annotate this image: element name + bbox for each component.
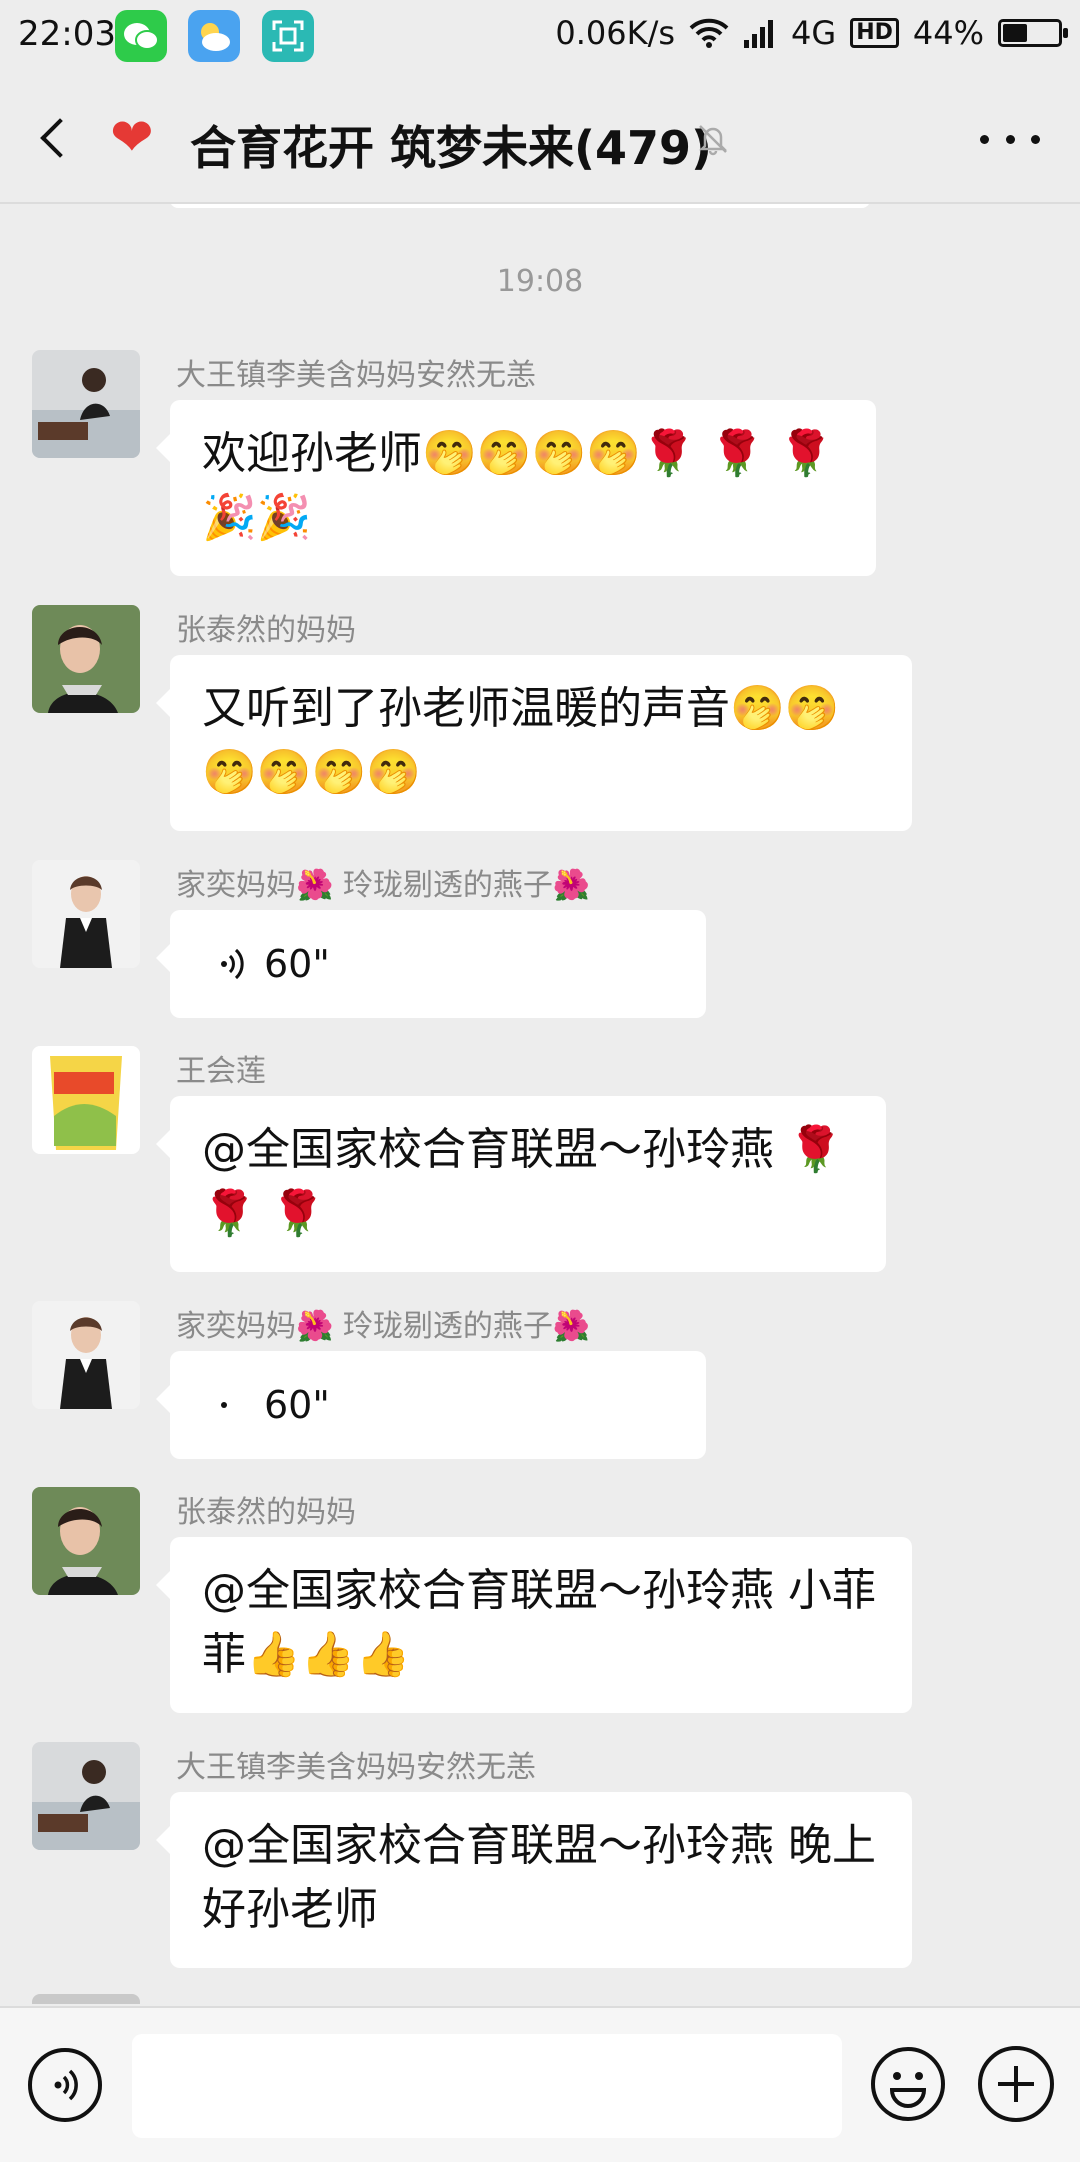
message-timestamp: 19:08 bbox=[496, 264, 584, 299]
voice-duration: 60" bbox=[264, 942, 330, 986]
avatar[interactable] bbox=[32, 1742, 140, 1850]
sender-name: 张泰然的妈妈 bbox=[176, 1495, 356, 1530]
avatar[interactable] bbox=[32, 1301, 140, 1409]
message-text: 又听到了孙老师温暖的声音🤭🤭🤭🤭🤭🤭 bbox=[202, 683, 840, 798]
voice-duration: 60" bbox=[264, 1383, 330, 1427]
mute-bell-icon bbox=[698, 125, 728, 156]
chat-message-list[interactable]: 19:08 大王镇李美含妈妈安然无恙 欢迎孙老师🤭🤭🤭🤭🌹 🌹 🌹 🎉🎉 张泰然… bbox=[0, 204, 1080, 2004]
message-bubble[interactable]: 又听到了孙老师温暖的声音🤭🤭🤭🤭🤭🤭 bbox=[156, 655, 912, 831]
weather-icon bbox=[188, 10, 240, 62]
message-text: 欢迎孙老师🤭🤭🤭🤭🌹 🌹 🌹 🎉🎉 bbox=[202, 428, 834, 543]
sender-name: 家奕妈妈🌺 玲珑剔透的燕子🌺 bbox=[176, 1309, 591, 1344]
network-type: 4G bbox=[791, 14, 837, 52]
input-bar bbox=[0, 2006, 1080, 2162]
net-speed: 0.06K/s bbox=[555, 14, 676, 52]
avatar[interactable] bbox=[32, 1046, 140, 1154]
more-dots-icon[interactable] bbox=[980, 124, 1040, 154]
voice-toggle-icon[interactable] bbox=[28, 2048, 102, 2122]
avatar[interactable] bbox=[32, 350, 140, 458]
chat-title[interactable]: 合育花开 筑梦未来(479) bbox=[190, 112, 712, 178]
plus-icon[interactable] bbox=[978, 2046, 1054, 2122]
hd-badge: HD bbox=[850, 18, 899, 48]
sender-name: 大王镇李美含妈妈安然无恙 bbox=[176, 1750, 536, 1785]
message-text: @全国家校合育联盟～孙玲燕 小菲菲👍👍👍 bbox=[202, 1565, 876, 1680]
back-arrow-icon[interactable] bbox=[30, 110, 80, 166]
message-text: @全国家校合育联盟～孙玲燕 🌹 🌹 🌹 bbox=[202, 1124, 843, 1239]
avatar[interactable] bbox=[32, 860, 140, 968]
avatar[interactable] bbox=[32, 1487, 140, 1595]
sender-name: 大王镇李美含妈妈安然无恙 bbox=[176, 358, 536, 393]
sender-name: 家奕妈妈🌺 玲珑剔透的燕子🌺 bbox=[176, 868, 591, 903]
partial-next-avatar bbox=[32, 1994, 140, 2004]
previous-message-bubble bbox=[170, 204, 870, 208]
message-text: @全国家校合育联盟～孙玲燕 晚上好孙老师 bbox=[202, 1820, 876, 1935]
scan-icon bbox=[262, 10, 314, 62]
voice-wave-icon bbox=[221, 948, 244, 980]
voice-message-bubble[interactable]: 60" bbox=[156, 910, 706, 1018]
voice-wave-icon bbox=[221, 1402, 227, 1408]
wechat-notification-icon bbox=[115, 10, 167, 62]
chat-header: ❤ 合育花开 筑梦未来(479) bbox=[0, 72, 1080, 204]
status-time: 22:03 bbox=[18, 14, 116, 54]
avatar[interactable] bbox=[32, 605, 140, 713]
sender-name: 王会莲 bbox=[176, 1054, 266, 1089]
message-bubble[interactable]: @全国家校合育联盟～孙玲燕 🌹 🌹 🌹 bbox=[156, 1096, 886, 1272]
heart-icon: ❤ bbox=[110, 108, 154, 168]
message-bubble[interactable]: 欢迎孙老师🤭🤭🤭🤭🌹 🌹 🌹 🎉🎉 bbox=[156, 400, 876, 576]
voice-message-bubble[interactable]: 60" bbox=[156, 1351, 706, 1459]
sender-name: 张泰然的妈妈 bbox=[176, 613, 356, 648]
battery-icon bbox=[998, 19, 1068, 47]
signal-icon bbox=[744, 20, 774, 48]
message-bubble[interactable]: @全国家校合育联盟～孙玲燕 小菲菲👍👍👍 bbox=[156, 1537, 912, 1713]
emoji-icon[interactable] bbox=[870, 2046, 946, 2122]
wifi-icon bbox=[689, 18, 729, 48]
message-bubble[interactable]: @全国家校合育联盟～孙玲燕 晚上好孙老师 bbox=[156, 1792, 912, 1968]
message-input[interactable] bbox=[132, 2034, 842, 2138]
status-bar: 22:03 0.06K/s 4G HD 44% bbox=[0, 0, 1080, 72]
battery-percent: 44% bbox=[912, 14, 984, 52]
